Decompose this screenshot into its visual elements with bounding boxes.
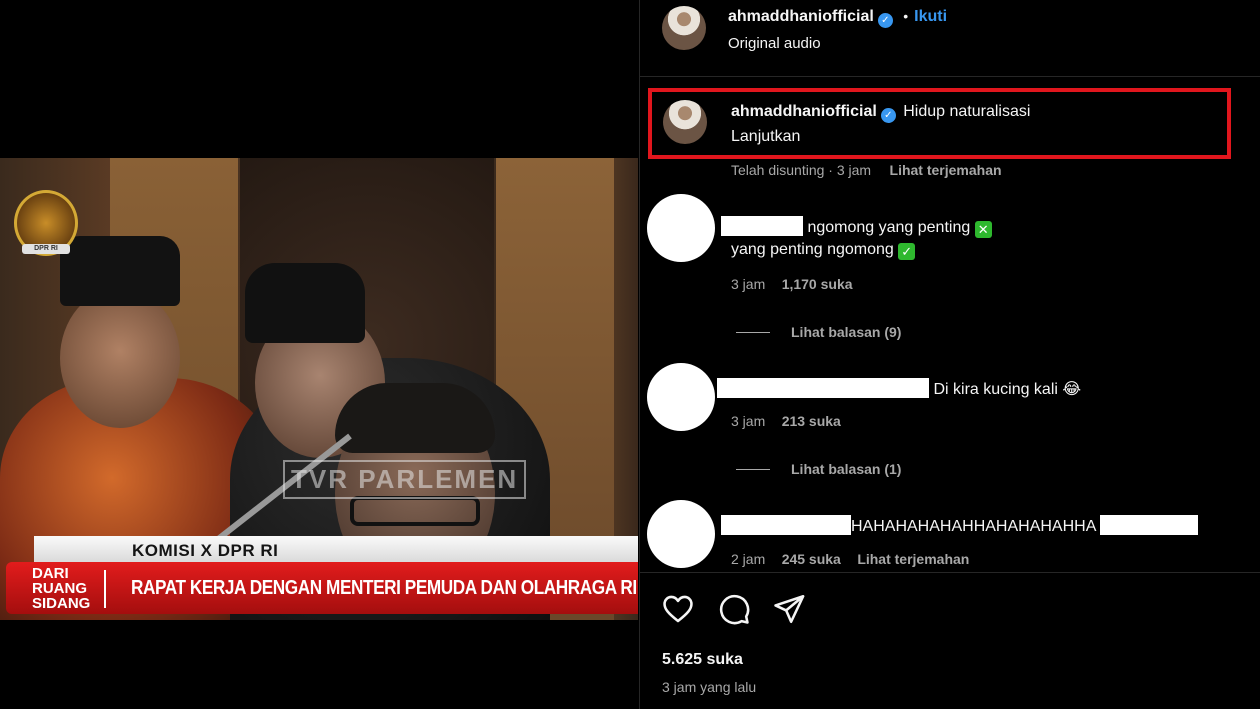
comment-2-time: 3 jam (731, 413, 766, 429)
comment-3-text: HAHAHAHAHAHHAHAHAHAHHA (851, 518, 1096, 535)
tag-line-1: DARI (32, 565, 69, 582)
comment-1-line-2: yang penting ngomong ✓ (731, 241, 916, 260)
caption-avatar[interactable] (663, 100, 707, 144)
lower-third-title: RAPAT KERJA DENGAN MENTERI PEMUDA DAN OL… (131, 577, 637, 599)
author-username[interactable]: ahmaddhaniofficial (728, 8, 874, 25)
channel-watermark: TVR PARLEMEN (283, 460, 527, 499)
lower-third-top-bar: KOMISI X DPR RI (34, 536, 638, 564)
comment-2-likes[interactable]: 213 suka (782, 413, 841, 429)
view-replies-button[interactable]: Lihat balasan (9) (791, 324, 901, 340)
likes-total[interactable]: 5.625 suka (662, 651, 743, 669)
caption-text-line-2: Lanjutkan (731, 128, 801, 145)
redacted-username (721, 515, 851, 535)
comment-1-text-2: yang penting ngomong (731, 241, 894, 258)
comment-1-time: 3 jam (731, 276, 766, 292)
cross-mark-icon: ✕ (974, 221, 992, 238)
view-replies-button[interactable]: Lihat balasan (1) (791, 461, 901, 477)
redacted-username (717, 378, 929, 398)
comment-3-line: HAHAHAHAHAHHAHAHAHAHHA (721, 515, 1198, 536)
lower-third-top-text: KOMISI X DPR RI (132, 541, 279, 560)
lower-third: KOMISI X DPR RI DARI RUANG SIDANG RAPAT … (0, 530, 638, 620)
person-front-hair (335, 383, 495, 453)
translate-link[interactable]: Lihat terjemahan (857, 551, 969, 567)
follow-button[interactable]: Ikuti (914, 8, 947, 25)
redacted-username (721, 216, 803, 236)
post-header: ahmaddhaniofficial ✓ • Ikuti (728, 8, 947, 28)
reply-line (736, 332, 770, 333)
tag-divider (104, 570, 106, 608)
original-audio-link[interactable]: Original audio (728, 35, 821, 52)
caption-text: Hidup naturalisasi (903, 103, 1031, 120)
post-panel: ahmaddhaniofficial ✓ • Ikuti Original audi… (639, 0, 1260, 709)
send-icon[interactable] (772, 592, 806, 626)
divider (640, 76, 1260, 77)
heart-icon[interactable] (661, 592, 695, 626)
caption-meta: Telah disunting · 3 jam (731, 162, 872, 178)
verified-badge-icon: ✓ (880, 108, 896, 123)
post-timestamp: 3 jam yang lalu (662, 679, 757, 695)
divider (640, 572, 1260, 573)
comment-2-line: Di kira kucing kali 😂 (717, 378, 1081, 399)
verified-badge-icon: ✓ (877, 13, 893, 28)
author-avatar[interactable] (662, 6, 706, 50)
check-mark-icon: ✓ (898, 243, 916, 260)
comment-avatar[interactable] (647, 194, 715, 262)
laughing-emoji-icon: 😂 (1062, 381, 1082, 398)
reply-line (736, 469, 770, 470)
caption-username[interactable]: ahmaddhaniofficial (731, 103, 877, 120)
video-pane[interactable]: TVR PARLEMEN DPR RI KOMISI X DPR RI DARI… (0, 0, 638, 709)
comment-avatar[interactable] (647, 363, 715, 431)
comment-3-likes[interactable]: 245 suka (782, 551, 841, 567)
video-frame[interactable]: TVR PARLEMEN DPR RI KOMISI X DPR RI DARI… (0, 158, 638, 620)
separator-dot: • (903, 8, 909, 24)
comment-2-text: Di kira kucing kali (933, 381, 1058, 398)
comment-1-likes[interactable]: 1,170 suka (782, 276, 853, 292)
lower-third-tag: DARI RUANG SIDANG (32, 566, 106, 611)
comment-avatar[interactable] (647, 500, 715, 568)
translate-link[interactable]: Lihat terjemahan (890, 162, 1002, 178)
lower-third-bottom-bar: DARI RUANG SIDANG RAPAT KERJA DENGAN MEN… (6, 562, 638, 614)
caption-line-1: ahmaddhaniofficial ✓ Hidup naturalisasi (731, 103, 1030, 123)
emblem-label: DPR RI (22, 244, 70, 254)
redacted-text (1099, 515, 1198, 535)
tag-line-2: RUANG (32, 580, 87, 597)
comment-3-time: 2 jam (731, 551, 766, 567)
comment-1-line-1: ngomong yang penting ✕ (721, 216, 992, 238)
person-left-cap (60, 236, 180, 306)
highlight-box (648, 88, 1231, 159)
glasses (350, 496, 480, 526)
tag-line-3: SIDANG (32, 595, 91, 612)
comment-bubble-icon[interactable] (717, 592, 751, 626)
person-left-head (60, 288, 180, 428)
comment-1-text: ngomong yang penting (807, 219, 971, 236)
person-middle-cap (245, 263, 365, 343)
